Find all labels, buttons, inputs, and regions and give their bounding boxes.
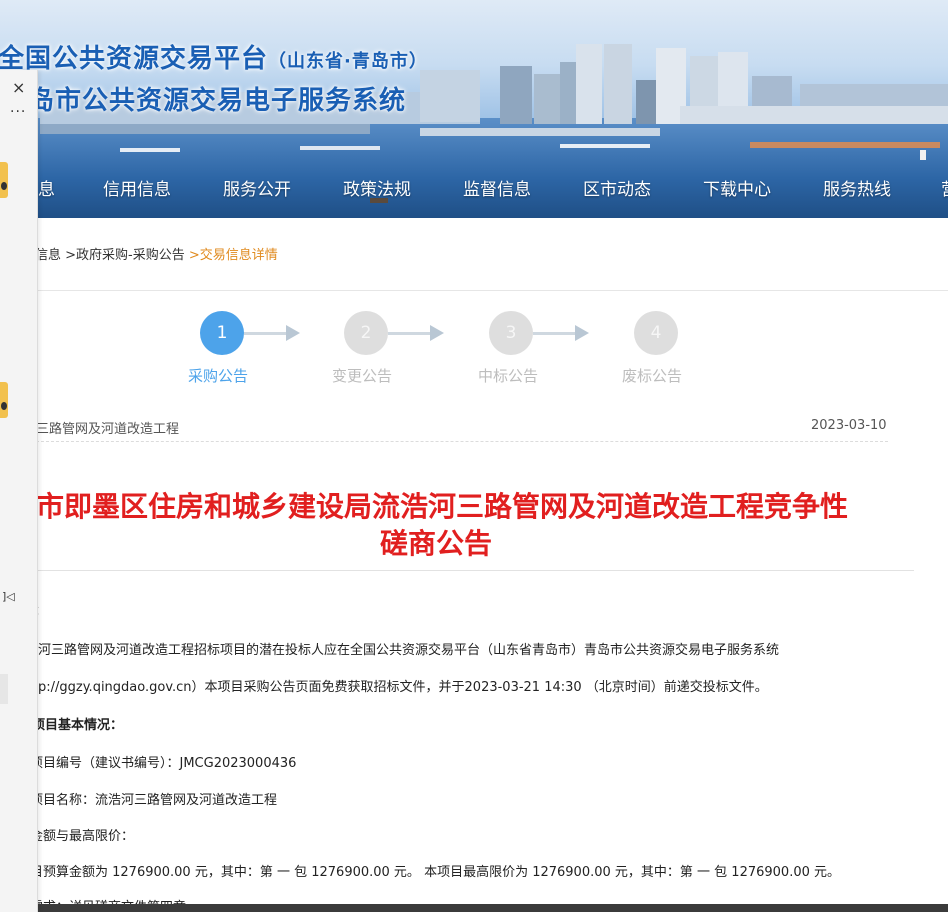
side-panel-tab[interactable]	[0, 674, 8, 704]
site-title-main: 全国公共资源交易平台	[0, 44, 269, 74]
site-title-region: （山东省·青岛市）	[268, 51, 428, 72]
breadcrumb-item[interactable]: >政府采购-采购公告	[65, 248, 185, 263]
step-arrow-icon	[430, 325, 444, 341]
nav-item-hotline[interactable]: 服务热线	[823, 164, 891, 216]
notice-title: 市即墨区住房和城乡建设局流浩河三路管网及河道改造工程竞争性	[36, 490, 849, 523]
step-3-label[interactable]: 中标公告	[478, 365, 538, 386]
avatar-thumbnail[interactable]	[0, 162, 8, 198]
para-text: p://ggzy.qingdao.gov.cn）本项目采购公告页面免费获取招标文…	[38, 680, 768, 695]
divider	[36, 570, 914, 571]
site-banner: 全国公共资源交易平台（山东省·青岛市） 岛市公共资源交易电子服务系统 息 信用信…	[0, 0, 948, 218]
nav-item-download[interactable]: 下载中心	[703, 164, 771, 216]
step-2-label[interactable]: 变更公告	[332, 365, 392, 386]
step-arrow-icon	[575, 325, 589, 341]
divider	[0, 290, 948, 291]
step-4-label[interactable]: 废标公告	[622, 365, 682, 386]
site-title: 全国公共资源交易平台（山东省·青岛市）	[0, 38, 428, 75]
floating-side-panel: × ··· ]◁	[0, 70, 38, 912]
publish-date: 2023-03-10	[811, 418, 887, 433]
budget-text: 本项目预算金额为 1276900.00 元，其中：第 一 包 1276900.0…	[4, 865, 841, 880]
project-name-short: 三路管网及河道改造工程	[36, 422, 180, 437]
breadcrumb: 易信息 >政府采购-采购公告 >交易信息详情	[22, 244, 278, 263]
para-text: 河三路管网及河道改造工程招标项目的潜在投标人应在全国公共资源交易平台（山东省青岛…	[38, 643, 780, 658]
nav-item-policy[interactable]: 政策法规	[343, 164, 411, 216]
step-4-circle[interactable]: 4	[634, 311, 678, 355]
project-number: 采购项目编号（建议书编号）：JMCG2023000436	[4, 756, 297, 771]
breadcrumb-current: >交易信息详情	[188, 248, 278, 263]
project-name: 采购项目名称：流浩河三路管网及河道改造工程	[4, 793, 278, 808]
nav-item-credit[interactable]: 信用信息	[103, 164, 171, 216]
step-arrow-icon	[286, 325, 300, 341]
nav-item-supervision[interactable]: 监督信息	[463, 164, 531, 216]
avatar-thumbnail[interactable]	[0, 382, 8, 418]
step-1-label[interactable]: 采购公告	[188, 365, 248, 386]
close-icon[interactable]: ×	[12, 78, 25, 97]
nav-item-info[interactable]: 息	[38, 164, 55, 216]
nav-item-service-public[interactable]: 服务公开	[223, 164, 291, 216]
more-icon[interactable]: ···	[10, 104, 26, 120]
step-2-circle[interactable]: 2	[344, 311, 388, 355]
nav-item-business[interactable]: 营	[941, 164, 948, 216]
divider	[36, 441, 888, 442]
main-nav: 息 信用信息 服务公开 政策法规 监督信息 区市动态 下载中心 服务热线 营	[0, 164, 948, 216]
step-3-circle[interactable]: 3	[489, 311, 533, 355]
notice-title-line2: 磋商公告	[380, 527, 493, 560]
site-subtitle: 岛市公共资源交易电子服务系统	[28, 86, 407, 116]
nav-item-district-news[interactable]: 区市动态	[583, 164, 651, 216]
speaker-icon[interactable]: ]◁	[2, 590, 15, 603]
step-1-circle[interactable]: 1	[200, 311, 244, 355]
taskbar	[0, 904, 948, 912]
